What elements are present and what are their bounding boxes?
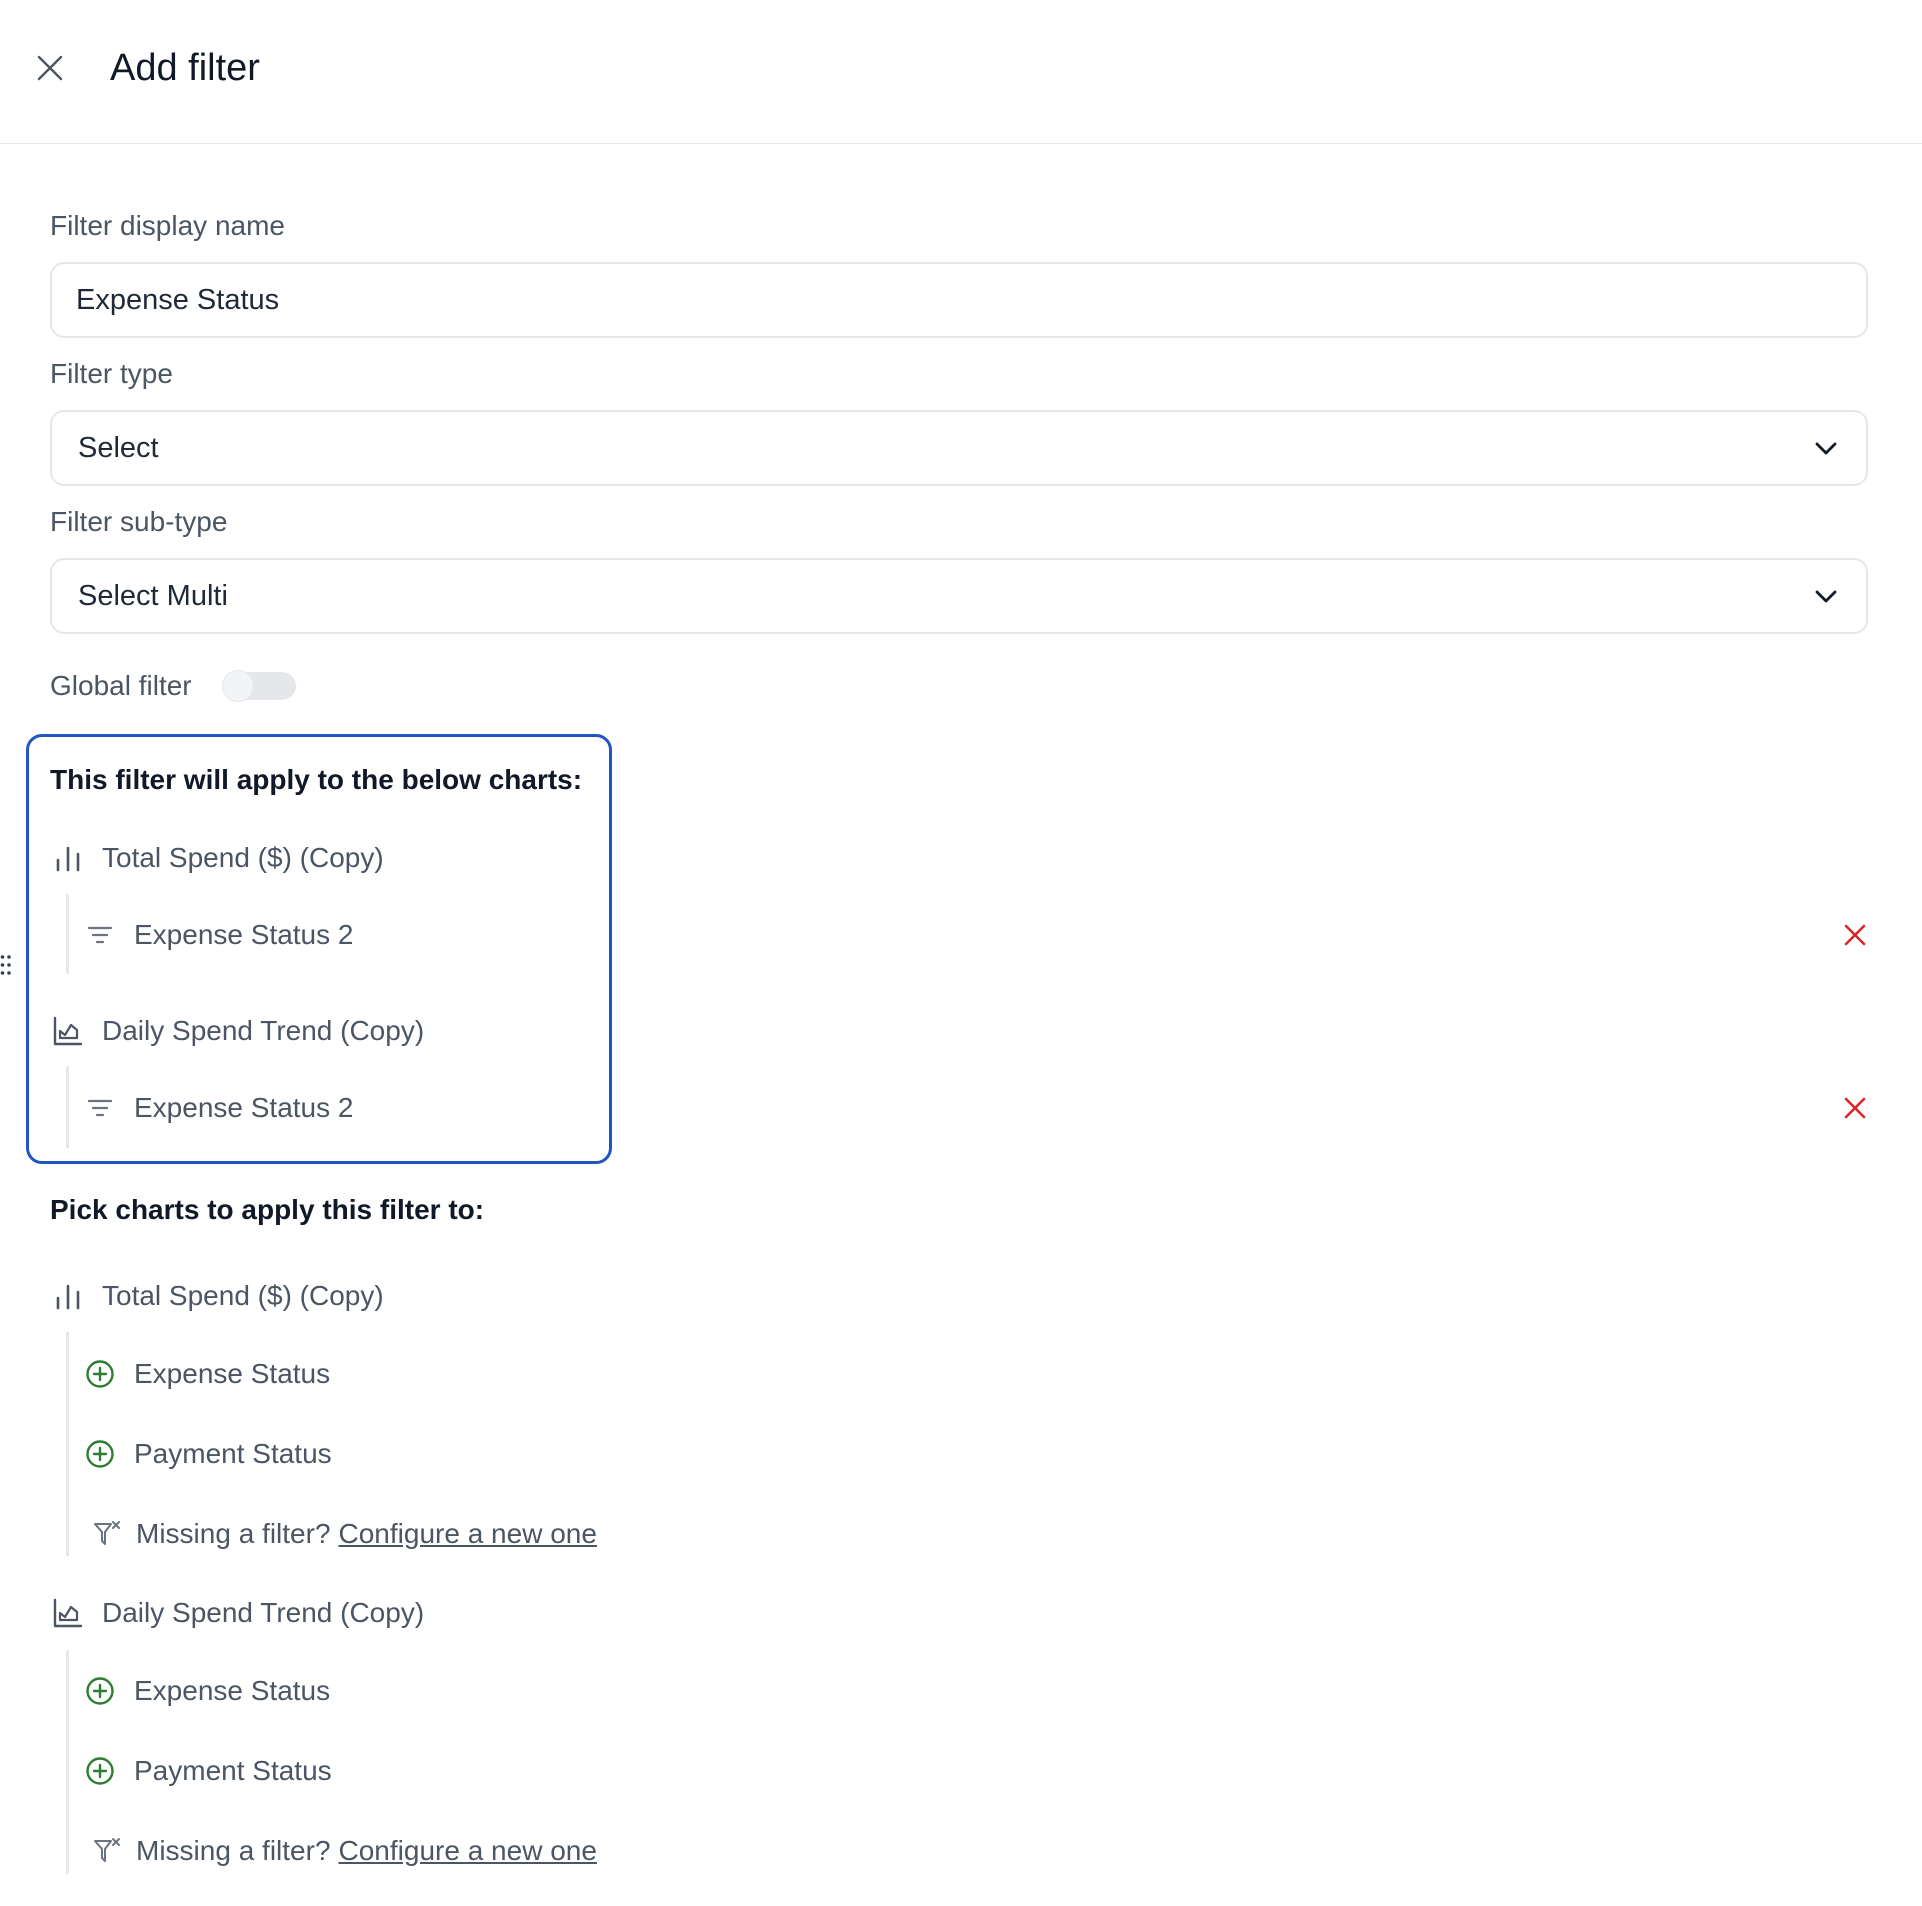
missing-filter-text: Missing a filter?	[136, 1518, 331, 1549]
filter-x-icon	[94, 1521, 120, 1545]
filter-type-value: Select	[78, 432, 159, 464]
filter-lines-icon	[87, 1099, 113, 1117]
applied-chart-row: Total Spend ($) (Copy)	[50, 838, 384, 878]
chevron-down-icon	[1815, 590, 1837, 603]
applied-charts-title: This filter will apply to the below char…	[50, 764, 583, 795]
global-filter-toggle[interactable]	[222, 670, 296, 702]
filter-type-select[interactable]: Select	[50, 410, 1868, 486]
close-icon	[37, 55, 63, 81]
configure-new-filter-link[interactable]: Configure a new one	[339, 1518, 597, 1550]
area-chart-icon	[53, 1598, 83, 1628]
drag-handle-icon[interactable]	[0, 953, 12, 977]
display-name-label: Filter display name	[50, 210, 285, 241]
add-filter-option[interactable]: Expense Status	[84, 1354, 330, 1394]
tree-line	[66, 894, 69, 974]
add-filter-option[interactable]: Payment Status	[84, 1751, 332, 1791]
applied-filter-row: Expense Status 2	[84, 1088, 353, 1128]
applied-chart-name: Total Spend ($) (Copy)	[102, 842, 384, 873]
add-filter-option-label: Payment Status	[134, 1438, 332, 1469]
panel-header: Add filter	[0, 0, 1922, 144]
applied-filter-name: Expense Status 2	[134, 1092, 354, 1123]
filter-subtype-value: Select Multi	[78, 580, 228, 612]
applied-chart-row: Daily Spend Trend (Copy)	[50, 1011, 424, 1051]
missing-filter-row: Missing a filter? Configure a new one	[92, 1514, 597, 1554]
plus-circle-icon	[86, 1677, 114, 1705]
chevron-down-icon	[1815, 442, 1837, 455]
bar-chart-icon	[56, 1284, 80, 1310]
filter-subtype-select[interactable]: Select Multi	[50, 558, 1868, 634]
close-button[interactable]	[30, 48, 70, 88]
tree-line	[66, 1066, 69, 1148]
plus-circle-icon	[86, 1360, 114, 1388]
tree-line	[66, 1650, 69, 1874]
tree-line	[66, 1332, 69, 1556]
toggle-knob	[222, 670, 254, 702]
pick-charts-title: Pick charts to apply this filter to:	[50, 1194, 485, 1225]
configure-new-filter-link[interactable]: Configure a new one	[339, 1835, 597, 1867]
applied-filter-row: Expense Status 2	[84, 915, 353, 955]
pick-chart-name: Daily Spend Trend (Copy)	[102, 1597, 425, 1628]
pick-chart-row: Total Spend ($) (Copy)	[50, 1276, 384, 1316]
applied-chart-name: Daily Spend Trend (Copy)	[102, 1015, 425, 1046]
display-name-input[interactable]	[76, 264, 1816, 336]
add-filter-option-label: Expense Status	[134, 1358, 331, 1389]
filter-type-label: Filter type	[50, 358, 173, 389]
add-filter-option[interactable]: Expense Status	[84, 1671, 330, 1711]
display-name-field[interactable]	[50, 262, 1868, 338]
global-filter-label: Global filter	[50, 670, 192, 701]
bar-chart-icon	[56, 846, 80, 872]
pick-chart-name: Total Spend ($) (Copy)	[102, 1280, 384, 1311]
add-filter-option-label: Payment Status	[134, 1755, 332, 1786]
page-title: Add filter	[110, 47, 260, 89]
filter-lines-icon	[87, 926, 113, 944]
remove-filter-icon[interactable]	[1842, 922, 1868, 948]
missing-filter-row: Missing a filter? Configure a new one	[92, 1831, 597, 1871]
area-chart-icon	[53, 1016, 83, 1046]
add-filter-option[interactable]: Payment Status	[84, 1434, 332, 1474]
plus-circle-icon	[86, 1757, 114, 1785]
pick-chart-row: Daily Spend Trend (Copy)	[50, 1593, 424, 1633]
applied-filter-name: Expense Status 2	[134, 919, 354, 950]
missing-filter-text: Missing a filter?	[136, 1835, 331, 1866]
add-filter-option-label: Expense Status	[134, 1675, 331, 1706]
filter-subtype-label: Filter sub-type	[50, 506, 228, 537]
plus-circle-icon	[86, 1440, 114, 1468]
remove-filter-icon[interactable]	[1842, 1095, 1868, 1121]
filter-x-icon	[94, 1838, 120, 1862]
